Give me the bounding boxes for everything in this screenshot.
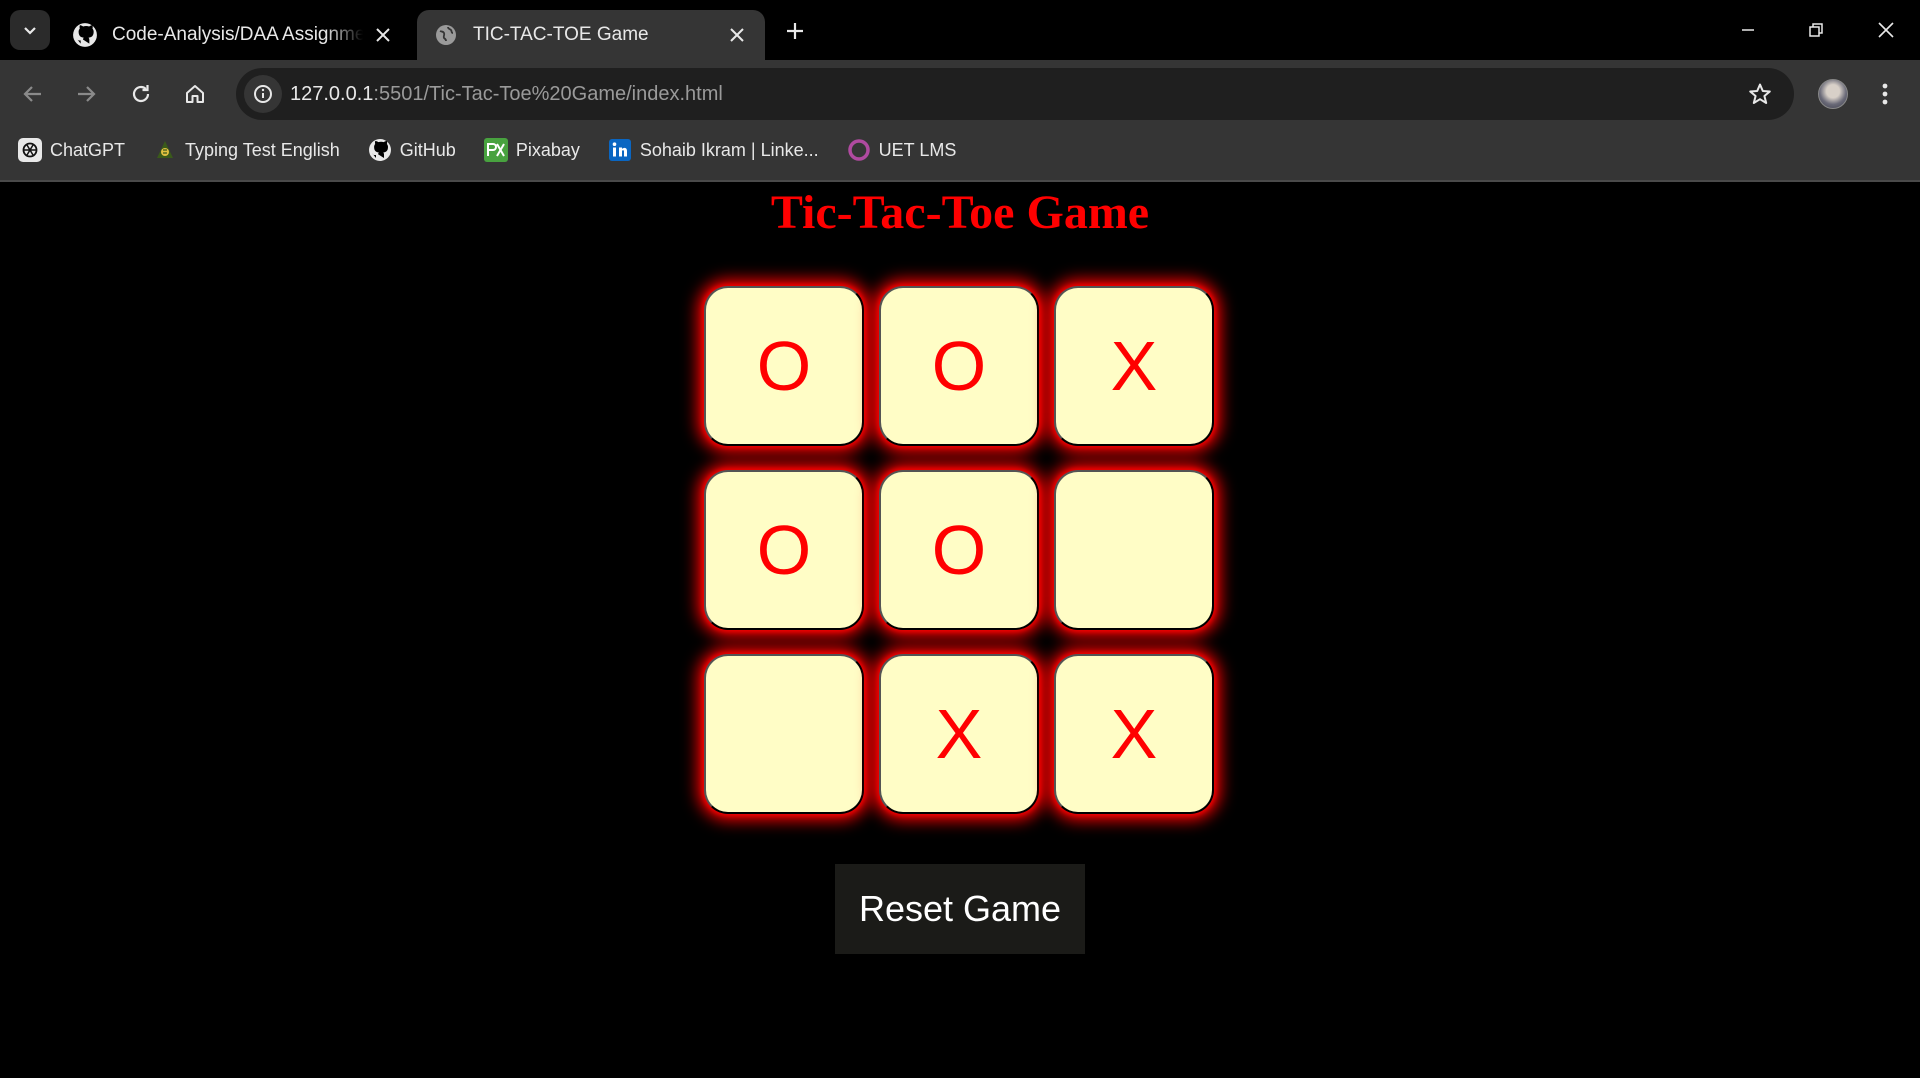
tab-search-button[interactable] [10,10,50,50]
globe-icon [433,22,459,48]
github-icon [72,22,98,48]
url-text[interactable]: 127.0.0.1:5501/Tic-Tac-Toe%20Game/index.… [290,68,723,120]
reset-game-button[interactable]: Reset Game [835,864,1085,954]
tab-code-analysis[interactable]: Code-Analysis/DAA Assignment [56,10,411,60]
tab-title: TIC-TAC-TOE Game [473,24,649,45]
bookmark-typing-test[interactable]: Typing Test English [143,132,350,168]
pixabay-icon [483,138,508,162]
bookmark-linkedin[interactable]: Sohaib Ikram | Linke... [598,132,829,168]
back-button[interactable] [13,74,53,114]
close-tab-icon[interactable] [371,23,395,47]
reload-icon [132,85,150,103]
github-icon [368,138,392,162]
bookmark-star-button[interactable] [1746,80,1774,108]
minimize-button[interactable] [1714,0,1782,60]
chatgpt-icon [18,138,42,162]
bookmark-label: UET LMS [878,139,957,160]
page-content: Tic-Tac-Toe Game O O X O O X X Reset Gam… [0,182,1920,1078]
url-path: :5501/Tic-Tac-Toe%20Game/index.html [373,83,723,105]
new-tab-button[interactable] [775,14,815,48]
page-title: Tic-Tac-Toe Game [770,186,1150,239]
restore-button[interactable] [1782,0,1850,60]
info-icon [254,85,272,103]
board-cell-4[interactable]: O [704,470,864,630]
linkedin-icon [608,138,632,162]
tab-tic-tac-toe[interactable]: TIC-TAC-TOE Game [417,10,765,60]
minimize-icon [1742,29,1754,31]
chevron-down-icon [24,27,36,35]
bookmark-pixabay[interactable]: Pixabay [474,132,590,168]
board-cell-3[interactable]: X [1054,286,1214,446]
tab-title: Code-Analysis/DAA Assignment [112,24,363,45]
star-icon [1749,83,1771,104]
bookmark-label: Typing Test English [185,139,340,160]
game-board: O O X O O X X [704,286,1216,814]
board-cell-5[interactable]: O [879,470,1039,630]
arrow-right-icon [78,86,96,102]
board-cell-9[interactable]: X [1054,654,1214,814]
bookmark-uet-lms[interactable]: UET LMS [837,132,967,168]
arrow-left-icon [23,86,41,102]
address-bar[interactable]: 127.0.0.1:5501/Tic-Tac-Toe%20Game/index.… [236,68,1794,120]
site-info-button[interactable] [244,75,282,113]
typing-test-icon [153,138,177,162]
forward-button[interactable] [66,74,106,114]
close-icon [1878,22,1894,38]
bookmark-label: Sohaib Ikram | Linke... [639,139,819,160]
close-tab-icon[interactable] [725,23,749,47]
tab-strip: Code-Analysis/DAA Assignment TIC-TAC-TOE… [0,0,1920,60]
board-cell-1[interactable]: O [704,286,864,446]
browser-toolbar: 127.0.0.1:5501/Tic-Tac-Toe%20Game/index.… [0,60,1920,188]
reload-button[interactable] [121,74,161,114]
home-button[interactable] [175,74,215,114]
board-cell-6[interactable] [1054,470,1214,630]
board-cell-8[interactable]: X [879,654,1039,814]
close-window-button[interactable] [1852,0,1920,60]
restore-icon [1809,23,1823,37]
profile-avatar[interactable] [1818,79,1848,109]
bookmark-label: Pixabay [515,139,580,160]
board-cell-7[interactable] [704,654,864,814]
browser-menu-button[interactable] [1870,74,1900,114]
home-icon [186,85,204,103]
uet-lms-icon [847,138,871,162]
plus-icon [787,23,803,39]
bookmarks-bar: ChatGPT Typing Test English GitHub Pixab… [0,130,966,170]
bookmark-chatgpt[interactable]: ChatGPT [8,132,135,168]
more-vertical-icon [1882,83,1888,105]
bookmark-github[interactable]: GitHub [358,132,466,168]
url-host: 127.0.0.1 [290,83,374,105]
board-cell-2[interactable]: O [879,286,1039,446]
bookmark-label: GitHub [399,139,456,160]
bookmark-label: ChatGPT [50,139,126,160]
